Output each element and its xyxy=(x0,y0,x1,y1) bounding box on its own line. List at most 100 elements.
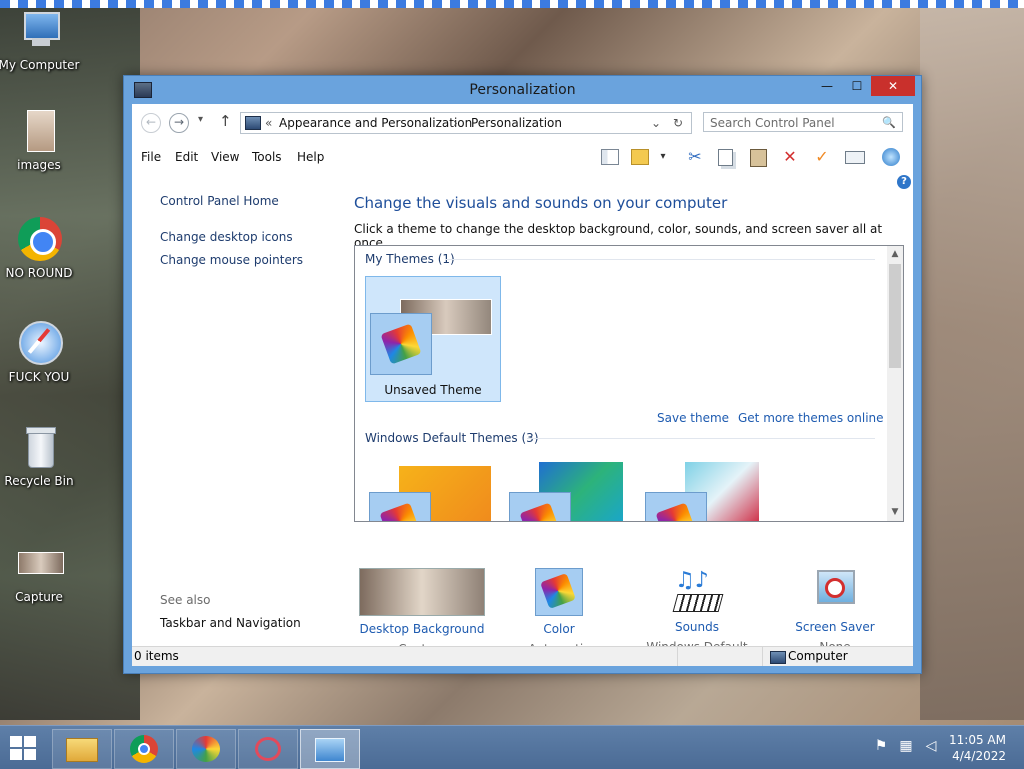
desktop-icon-my-computer[interactable]: My Computer xyxy=(0,8,82,72)
network-icon[interactable]: ▦ xyxy=(897,738,915,756)
color-icon xyxy=(535,568,583,616)
theme-tile-lines-and-colors[interactable] xyxy=(505,460,635,521)
taskbar-file-explorer[interactable] xyxy=(52,729,112,769)
window-title: Personalization xyxy=(469,82,576,98)
paste-icon[interactable] xyxy=(747,146,769,168)
start-button[interactable] xyxy=(10,736,38,760)
desktop-background-setting[interactable]: Desktop Background Capture xyxy=(352,568,492,656)
change-mouse-pointers-link[interactable]: Change mouse pointers xyxy=(160,253,303,267)
control-panel-icon xyxy=(315,738,345,762)
sounds-link[interactable]: Sounds xyxy=(627,620,767,634)
color-palette-icon xyxy=(370,313,432,375)
properties-icon[interactable] xyxy=(843,146,865,168)
minimize-button[interactable]: — xyxy=(813,76,841,96)
capture-thumbnail-icon xyxy=(16,540,64,586)
search-input[interactable]: Search Control Panel 🔍 xyxy=(703,112,903,132)
taskbar-navigation-link[interactable]: Taskbar and Navigation xyxy=(160,616,301,630)
image-thumbnail-icon xyxy=(16,108,62,154)
chrome-icon xyxy=(16,216,62,262)
scroll-thumb[interactable] xyxy=(889,264,901,368)
color-setting[interactable]: Color Automatic xyxy=(489,568,629,656)
group-divider xyxy=(445,259,875,260)
desktop-icon-label: images xyxy=(17,158,61,172)
window-client: ← → ▾ ↑ « Appearance and Personalization… xyxy=(132,104,913,666)
menu-tools[interactable]: Tools xyxy=(252,150,282,164)
forward-button[interactable]: → xyxy=(169,113,189,133)
desktop-background-link[interactable]: Desktop Background xyxy=(352,622,492,636)
scroll-up-icon[interactable]: ▲ xyxy=(887,249,903,259)
change-desktop-icons-link[interactable]: Change desktop icons xyxy=(160,230,293,244)
desktop-icon-label: NO ROUND xyxy=(5,266,73,280)
color-link[interactable]: Color xyxy=(489,622,629,636)
screen-saver-link[interactable]: Screen Saver xyxy=(765,620,905,634)
snipping-tool-icon xyxy=(255,737,281,761)
views-dropdown-icon[interactable]: ▾ xyxy=(652,146,674,168)
status-item-count: 0 items xyxy=(134,649,179,663)
breadcrumb-personalization[interactable]: Personalization xyxy=(471,113,562,133)
checkmark-icon[interactable]: ✓ xyxy=(811,146,833,168)
breadcrumb-appearance[interactable]: Appearance and Personalization xyxy=(279,113,472,133)
desktop-icon-recycle-bin[interactable]: Recycle Bin xyxy=(0,424,82,488)
desktop-icon-capture[interactable]: Capture xyxy=(0,540,82,604)
address-row: ← → ▾ ↑ « Appearance and Personalization… xyxy=(132,104,913,140)
help-icon[interactable]: ? xyxy=(897,175,911,189)
save-theme-link[interactable]: Save theme xyxy=(657,411,729,425)
sounds-icon: ♫♪ xyxy=(672,568,724,614)
taskbar-paint[interactable] xyxy=(176,729,236,769)
title-bar[interactable]: Personalization — ☐ ✕ xyxy=(124,76,921,104)
default-themes-group-title: Windows Default Themes (3) xyxy=(365,431,539,445)
control-panel-crumb-icon xyxy=(245,116,261,130)
get-more-themes-link[interactable]: Get more themes online xyxy=(738,411,884,425)
computer-icon xyxy=(16,8,62,54)
globe-icon[interactable] xyxy=(880,146,902,168)
sounds-setting[interactable]: ♫♪ Sounds Windows Default xyxy=(627,568,767,654)
menu-edit[interactable]: Edit xyxy=(175,150,198,164)
taskbar: ⚑ ▦ ◁ 11:05 AM 4/4/2022 xyxy=(0,725,1024,769)
address-bar[interactable]: « Appearance and Personalization › Perso… xyxy=(240,112,692,134)
back-button[interactable]: ← xyxy=(141,113,161,133)
action-center-flag-icon[interactable]: ⚑ xyxy=(872,738,890,756)
chrome-icon xyxy=(130,735,158,763)
address-overflow[interactable]: « xyxy=(265,113,272,133)
theme-tile-windows[interactable] xyxy=(365,464,495,521)
screen-saver-icon xyxy=(811,568,859,614)
layout-pane-icon[interactable] xyxy=(598,146,620,168)
delete-icon[interactable]: ✕ xyxy=(779,146,801,168)
status-location: Computer xyxy=(788,649,848,663)
volume-muted-icon[interactable]: ◁ xyxy=(922,738,940,756)
desktop-icon-no-round[interactable]: NO ROUND xyxy=(0,216,82,280)
taskbar-snipping-tool[interactable] xyxy=(238,729,298,769)
desktop-icon-fuck-you[interactable]: FUCK YOU xyxy=(0,320,82,384)
computer-small-icon xyxy=(770,651,786,664)
clock-date: 4/4/2022 xyxy=(952,749,1006,763)
maximize-button[interactable]: ☐ xyxy=(843,76,871,96)
close-button[interactable]: ✕ xyxy=(871,76,915,96)
unsaved-theme-tile[interactable]: Unsaved Theme xyxy=(365,276,501,402)
taskbar-chrome[interactable] xyxy=(114,729,174,769)
up-arrow-icon[interactable]: ↑ xyxy=(219,112,232,130)
system-clock[interactable]: 11:05 AM 4/4/2022 xyxy=(949,732,1006,764)
screen-saver-setting[interactable]: Screen Saver None xyxy=(765,568,905,654)
folder-check-icon[interactable] xyxy=(628,146,650,168)
control-panel-home-link[interactable]: Control Panel Home xyxy=(160,194,279,208)
menu-view[interactable]: View xyxy=(211,150,239,164)
search-icon[interactable]: 🔍 xyxy=(882,113,896,133)
address-dropdown-icon[interactable]: ⌄ xyxy=(651,113,661,133)
themes-scrollbar[interactable]: ▲ ▼ xyxy=(887,246,903,521)
status-bar: 0 items Computer xyxy=(132,646,913,666)
folder-icon xyxy=(66,738,98,762)
desktop-icon-images[interactable]: images xyxy=(0,108,82,172)
cut-icon[interactable]: ✂ xyxy=(684,146,706,168)
taskbar-control-panel[interactable] xyxy=(300,729,360,769)
scroll-down-icon[interactable]: ▼ xyxy=(887,507,903,517)
clock-time: 11:05 AM xyxy=(949,733,1006,747)
theme-tile-flowers[interactable] xyxy=(641,460,771,521)
desktop-icon-label: Capture xyxy=(15,590,63,604)
windows-logo-icon xyxy=(10,736,22,747)
desktop-icon-label: Recycle Bin xyxy=(4,474,74,488)
recent-pages-dropdown[interactable]: ▾ xyxy=(198,114,203,125)
refresh-icon[interactable]: ↻ xyxy=(673,113,683,133)
menu-help[interactable]: Help xyxy=(297,150,324,164)
copy-icon[interactable] xyxy=(715,146,737,168)
menu-file[interactable]: File xyxy=(141,150,161,164)
